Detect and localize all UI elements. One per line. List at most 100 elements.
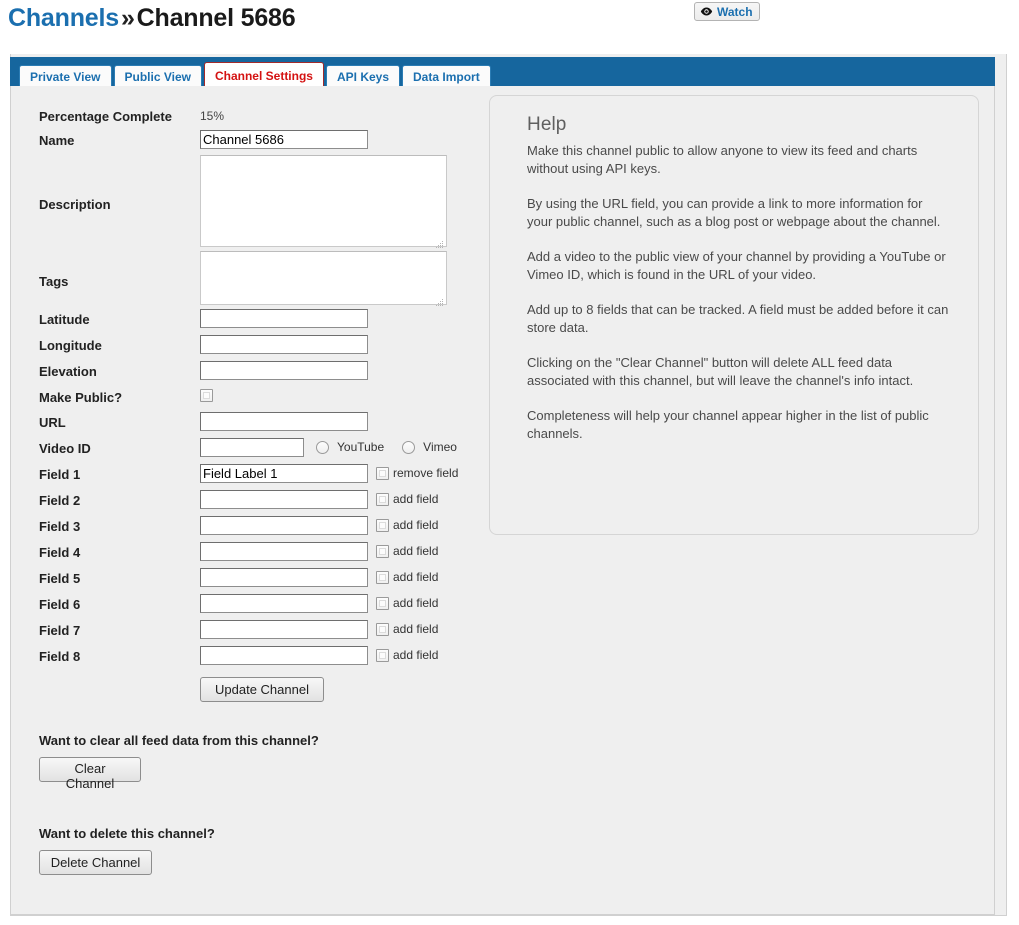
tab-channel-settings-label: Channel Settings: [214, 68, 313, 83]
tab-api-keys[interactable]: API Keys: [325, 65, 401, 88]
row-field-5: Field 5 add field: [39, 568, 479, 594]
label-field-4: Field 4: [39, 545, 81, 560]
breadcrumb-channels-link[interactable]: Channels: [8, 4, 119, 32]
row-latitude: Latitude: [39, 309, 479, 335]
youtube-radio-label: YouTube: [337, 440, 385, 454]
channel-settings-form: Percentage Complete 15% Name Description: [39, 106, 479, 713]
clear-channel-question: Want to clear all feed data from this ch…: [39, 733, 319, 748]
field-3-toggle-label: add field: [393, 518, 439, 532]
help-paragraph-url: By using the URL field, you can provide …: [527, 196, 941, 229]
field-7-input[interactable]: [200, 620, 368, 639]
field-4-input[interactable]: [200, 542, 368, 561]
help-panel-title: Help: [527, 114, 567, 135]
tab-public-view[interactable]: Public View: [113, 65, 202, 88]
update-channel-button[interactable]: Update Channel: [200, 677, 324, 702]
field-4-toggle-label: add field: [393, 544, 439, 558]
field-8-toggle-label: add field: [393, 648, 439, 662]
row-field-8: Field 8 add field: [39, 646, 479, 672]
name-input[interactable]: [200, 130, 368, 149]
make-public-checkbox[interactable]: [200, 389, 213, 402]
breadcrumb-current-channel: Channel 5686: [136, 4, 296, 32]
tab-private-view-label: Private View: [30, 70, 101, 84]
tab-channel-settings[interactable]: Channel Settings: [203, 62, 324, 88]
label-video-id: Video ID: [39, 441, 91, 456]
label-longitude: Longitude: [39, 338, 102, 353]
url-input[interactable]: [200, 412, 368, 431]
vimeo-radio[interactable]: [402, 441, 416, 454]
longitude-input[interactable]: [200, 335, 368, 354]
field-7-toggle-checkbox[interactable]: [376, 623, 389, 636]
delete-channel-section: Want to delete this channel? Delete Chan…: [39, 826, 215, 875]
help-paragraph-completeness: Completeness will help your channel appe…: [527, 408, 929, 441]
field-5-toggle-label: add field: [393, 570, 439, 584]
label-url: URL: [39, 415, 66, 430]
breadcrumb-separator: »: [120, 4, 135, 32]
label-latitude: Latitude: [39, 312, 90, 327]
watch-button[interactable]: Watch: [694, 2, 760, 21]
label-field-2: Field 2: [39, 493, 81, 508]
breadcrumb: Channels»Channel 5686: [8, 4, 296, 33]
label-field-3: Field 3: [39, 519, 81, 534]
tab-private-view[interactable]: Private View: [19, 65, 112, 88]
watch-button-label: Watch: [717, 4, 753, 19]
label-elevation: Elevation: [39, 364, 97, 379]
channel-settings-page: Channels»Channel 5686 Watch Private View…: [0, 0, 1019, 925]
latitude-input[interactable]: [200, 309, 368, 328]
field-3-toggle-checkbox[interactable]: [376, 519, 389, 532]
help-panel: Help Make this channel public to allow a…: [489, 95, 979, 535]
eye-icon: [700, 7, 713, 16]
help-paragraph-video: Add a video to the public view of your c…: [527, 249, 946, 282]
delete-channel-question: Want to delete this channel?: [39, 826, 215, 841]
help-paragraph-public: Make this channel public to allow anyone…: [527, 143, 918, 176]
row-field-3: Field 3 add field: [39, 516, 479, 542]
row-longitude: Longitude: [39, 335, 479, 361]
field-1-input[interactable]: [200, 464, 368, 483]
field-6-input[interactable]: [200, 594, 368, 613]
field-2-toggle-label: add field: [393, 492, 439, 506]
row-tags: Tags: [39, 250, 479, 309]
clear-channel-button[interactable]: Clear Channel: [39, 757, 141, 791]
youtube-radio[interactable]: [316, 441, 329, 454]
row-name: Name: [39, 130, 479, 155]
label-percentage-complete: Percentage Complete: [39, 109, 172, 124]
field-2-toggle-checkbox[interactable]: [376, 493, 389, 506]
description-textarea[interactable]: [200, 154, 447, 247]
label-field-6: Field 6: [39, 597, 81, 612]
field-2-input[interactable]: [200, 490, 368, 509]
clear-channel-section: Want to clear all feed data from this ch…: [39, 733, 319, 793]
label-field-8: Field 8: [39, 649, 81, 664]
field-6-toggle-label: add field: [393, 596, 439, 610]
delete-channel-button[interactable]: Delete Channel: [39, 850, 152, 875]
help-paragraph-fields: Add up to 8 fields that can be tracked. …: [527, 302, 949, 335]
field-3-input[interactable]: [200, 516, 368, 535]
label-tags: Tags: [39, 273, 69, 289]
field-1-toggle-checkbox[interactable]: [376, 467, 389, 480]
field-5-input[interactable]: [200, 568, 368, 587]
field-8-input[interactable]: [200, 646, 368, 665]
field-6-toggle-checkbox[interactable]: [376, 597, 389, 610]
field-4-toggle-checkbox[interactable]: [376, 545, 389, 558]
tab-data-import[interactable]: Data Import: [402, 65, 491, 88]
row-url: URL: [39, 412, 479, 438]
row-field-2: Field 2 add field: [39, 490, 479, 516]
vimeo-radio-label: Vimeo: [423, 440, 457, 454]
row-video-id: Video ID YouTube Vimeo: [39, 438, 479, 464]
video-provider-radio-group: YouTube Vimeo: [316, 440, 457, 455]
video-id-input[interactable]: [200, 438, 304, 457]
row-update-channel: Update Channel: [39, 672, 479, 713]
help-paragraph-clear: Clicking on the "Clear Channel" button w…: [527, 355, 914, 388]
row-elevation: Elevation: [39, 361, 479, 387]
field-1-toggle-label: remove field: [393, 466, 459, 480]
field-7-toggle-label: add field: [393, 622, 439, 636]
label-description: Description: [39, 196, 111, 212]
tags-textarea[interactable]: [200, 250, 447, 305]
row-percentage-complete: Percentage Complete 15%: [39, 106, 479, 130]
field-8-toggle-checkbox[interactable]: [376, 649, 389, 662]
tab-api-keys-label: API Keys: [336, 70, 390, 84]
elevation-input[interactable]: [200, 361, 368, 380]
field-5-toggle-checkbox[interactable]: [376, 571, 389, 584]
row-make-public: Make Public?: [39, 387, 479, 412]
label-field-7: Field 7: [39, 623, 81, 638]
row-field-7: Field 7 add field: [39, 620, 479, 646]
tab-data-import-label: Data Import: [413, 70, 480, 84]
